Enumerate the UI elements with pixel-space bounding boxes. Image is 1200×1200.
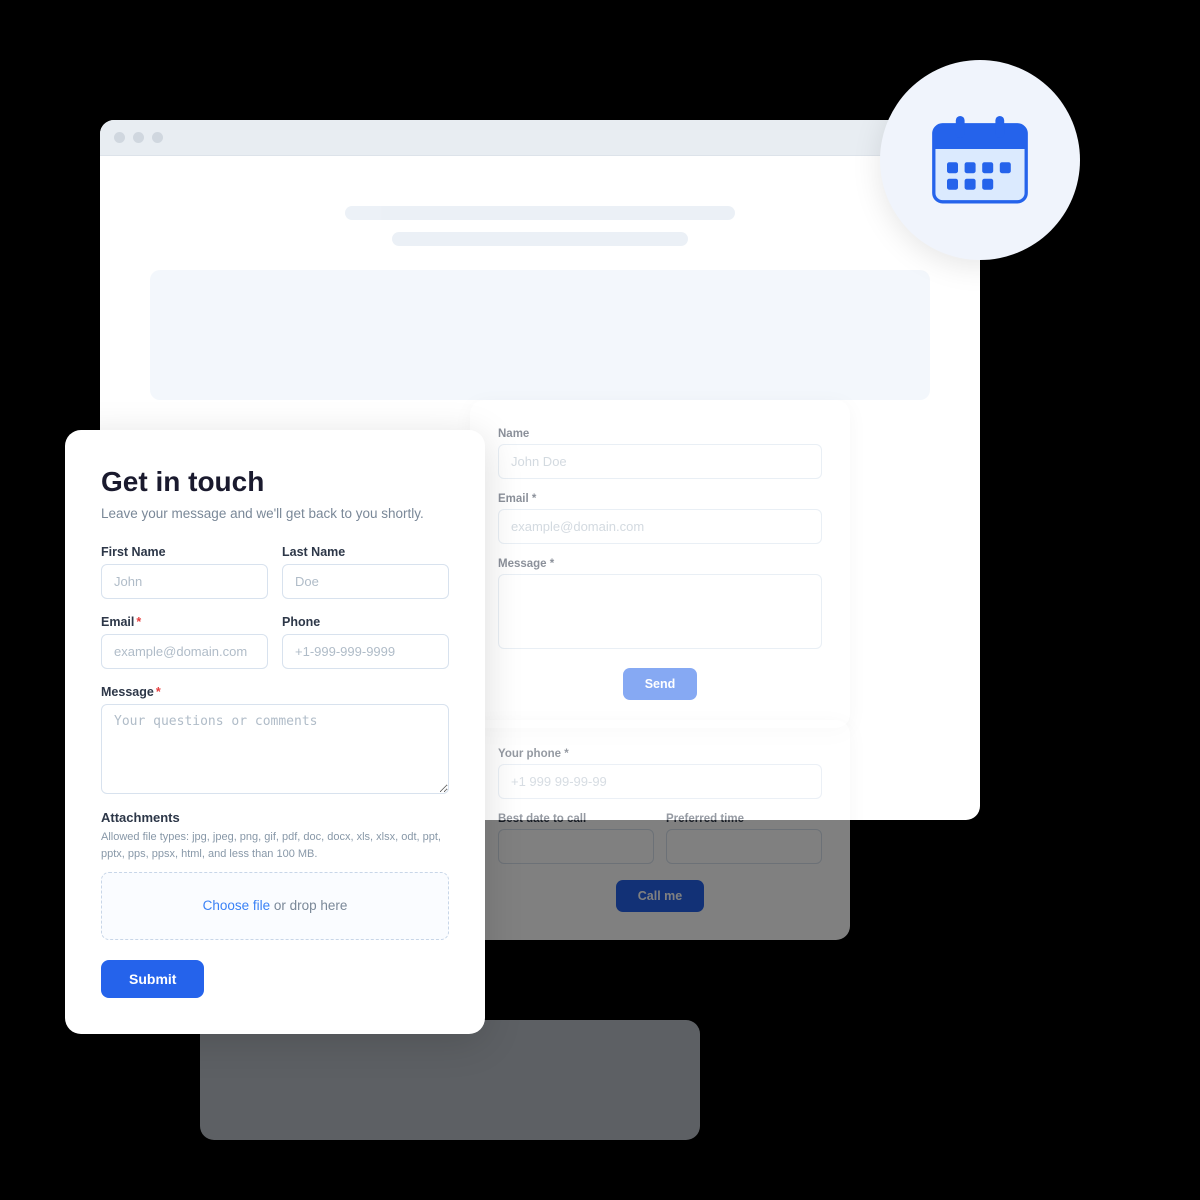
form-subtitle: Leave your message and we'll get back to… bbox=[101, 506, 449, 521]
cb-call-button: Call me bbox=[616, 880, 704, 912]
calendar-icon bbox=[925, 105, 1035, 215]
form-title: Get in touch bbox=[101, 466, 449, 498]
bg-bar-1 bbox=[345, 206, 735, 220]
message-group: Message* bbox=[101, 685, 449, 794]
browser-content bbox=[100, 156, 980, 448]
attachments-label: Attachments bbox=[101, 810, 449, 825]
email-group: Email* bbox=[101, 615, 268, 669]
email-input[interactable] bbox=[101, 634, 268, 669]
attachments-section: Attachments Allowed file types: jpg, jpe… bbox=[101, 810, 449, 940]
phone-group: Phone bbox=[282, 615, 449, 669]
choose-file-link[interactable]: Choose file bbox=[203, 898, 271, 913]
bg-bar-2 bbox=[392, 232, 688, 246]
cb-time-input bbox=[666, 829, 822, 864]
cb-date-group: Best date to call bbox=[498, 813, 654, 864]
first-name-input[interactable] bbox=[101, 564, 268, 599]
first-name-group: First Name bbox=[101, 545, 268, 599]
submit-button[interactable]: Submit bbox=[101, 960, 204, 998]
phone-input[interactable] bbox=[282, 634, 449, 669]
phone-label: Phone bbox=[282, 615, 449, 629]
last-name-label: Last Name bbox=[282, 545, 449, 559]
browser-dot-1 bbox=[114, 132, 125, 143]
first-name-label: First Name bbox=[101, 545, 268, 559]
email-label: Email* bbox=[101, 615, 268, 629]
message-label: Message* bbox=[101, 685, 449, 699]
file-drop-text: Choose file or drop here bbox=[203, 898, 348, 913]
file-drop-or-text: or drop here bbox=[270, 898, 347, 913]
bg-block-1 bbox=[150, 270, 930, 400]
message-textarea[interactable] bbox=[101, 704, 449, 794]
file-drop-zone[interactable]: Choose file or drop here bbox=[101, 872, 449, 940]
bottom-card bbox=[200, 1020, 700, 1140]
cb-time-group: Preferred time bbox=[666, 813, 822, 864]
last-name-group: Last Name bbox=[282, 545, 449, 599]
cb-date-time-row: Best date to call Preferred time bbox=[498, 813, 822, 864]
calendar-circle bbox=[880, 60, 1080, 260]
email-phone-row: Email* Phone bbox=[101, 615, 449, 669]
last-name-input[interactable] bbox=[282, 564, 449, 599]
browser-dot-2 bbox=[133, 132, 144, 143]
main-contact-form: Get in touch Leave your message and we'l… bbox=[65, 430, 485, 1034]
browser-bar bbox=[100, 120, 980, 156]
name-row: First Name Last Name bbox=[101, 545, 449, 599]
scene: Name Email * Message * Send Your phone *… bbox=[0, 0, 1200, 1200]
browser-dot-3 bbox=[152, 132, 163, 143]
cb-date-input bbox=[498, 829, 654, 864]
attachments-hint: Allowed file types: jpg, jpeg, png, gif,… bbox=[101, 829, 449, 862]
